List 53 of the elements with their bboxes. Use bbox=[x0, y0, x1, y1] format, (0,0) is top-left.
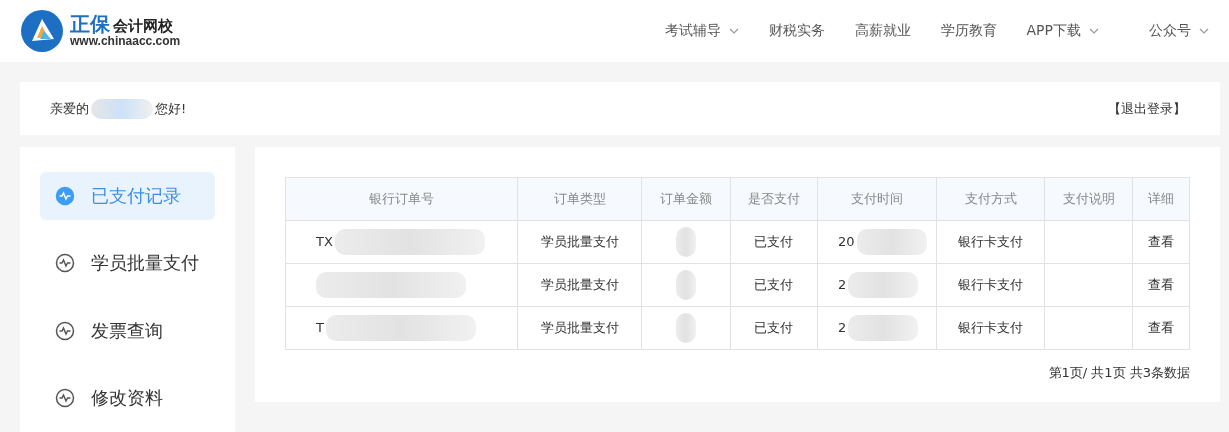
logout-link[interactable]: 【退出登录】 bbox=[1108, 99, 1186, 118]
table-cell: 20 bbox=[838, 233, 855, 249]
table-cell: 银行卡支付 bbox=[958, 234, 1024, 249]
column-header: 订单金额 bbox=[641, 177, 730, 221]
table-cell: 学员批量支付 bbox=[540, 234, 619, 249]
view-link[interactable]: 查看 bbox=[1148, 234, 1174, 249]
table-cell: 已支付 bbox=[754, 234, 794, 249]
logo-icon bbox=[20, 9, 64, 53]
nav-link[interactable]: 学历教育 bbox=[940, 22, 997, 40]
column-header: 支付方式 bbox=[936, 177, 1045, 221]
greeting-text: 亲爱的 bbox=[50, 99, 89, 118]
nav-link[interactable]: 财税实务 bbox=[768, 22, 825, 40]
logo-brand: 正保 bbox=[70, 13, 110, 36]
view-link[interactable]: 查看 bbox=[1148, 277, 1174, 292]
redaction-mark bbox=[675, 313, 696, 343]
logo-url: www.chinaacc.com bbox=[70, 35, 181, 49]
pulse-icon bbox=[55, 320, 75, 341]
redaction-mark bbox=[91, 98, 153, 119]
nav-link[interactable]: APP下载 bbox=[1026, 22, 1099, 40]
nav-link[interactable]: 公众号 bbox=[1149, 22, 1209, 40]
table-cell: T bbox=[316, 319, 324, 335]
table-cell: 已支付 bbox=[754, 320, 794, 335]
table-cell: 已支付 bbox=[754, 277, 794, 292]
column-header: 是否支付 bbox=[730, 177, 818, 221]
nav-link[interactable]: 高薪就业 bbox=[854, 22, 911, 40]
redaction-mark bbox=[675, 227, 696, 257]
view-link[interactable]: 查看 bbox=[1148, 320, 1174, 335]
column-header: 银行订单号 bbox=[285, 177, 518, 221]
pulse-icon bbox=[55, 253, 75, 274]
pulse-icon bbox=[55, 388, 75, 409]
nav-link[interactable]: 考试辅导 bbox=[664, 22, 739, 40]
redaction-mark bbox=[848, 315, 919, 341]
table-cell: 2 bbox=[838, 319, 847, 335]
redaction-mark bbox=[856, 229, 927, 255]
pulse-icon bbox=[55, 185, 75, 206]
column-header: 订单类型 bbox=[517, 177, 642, 221]
table-cell: 学员批量支付 bbox=[540, 277, 619, 292]
column-header: 支付说明 bbox=[1044, 177, 1133, 221]
logo-name: 会计网校 bbox=[113, 18, 173, 35]
table-cell: TX bbox=[316, 233, 333, 249]
table-cell: 银行卡支付 bbox=[958, 320, 1024, 335]
column-header: 支付时间 bbox=[817, 177, 937, 221]
greeting-text: 您好! bbox=[155, 99, 187, 118]
sidebar-item[interactable]: 发票查询 bbox=[40, 307, 215, 355]
redaction-mark bbox=[848, 272, 919, 298]
sidebar-item[interactable]: 学员批量支付 bbox=[40, 239, 215, 287]
column-header: 详细 bbox=[1132, 177, 1190, 221]
table-cell: 银行卡支付 bbox=[958, 277, 1024, 292]
pagination-text: 第1页/ 共1页 共3条数据 bbox=[1047, 364, 1190, 382]
redaction-mark bbox=[675, 270, 696, 300]
sidebar-item[interactable]: 修改资料 bbox=[40, 374, 215, 422]
table-cell: 学员批量支付 bbox=[540, 320, 619, 335]
table-cell: 2 bbox=[838, 276, 847, 292]
